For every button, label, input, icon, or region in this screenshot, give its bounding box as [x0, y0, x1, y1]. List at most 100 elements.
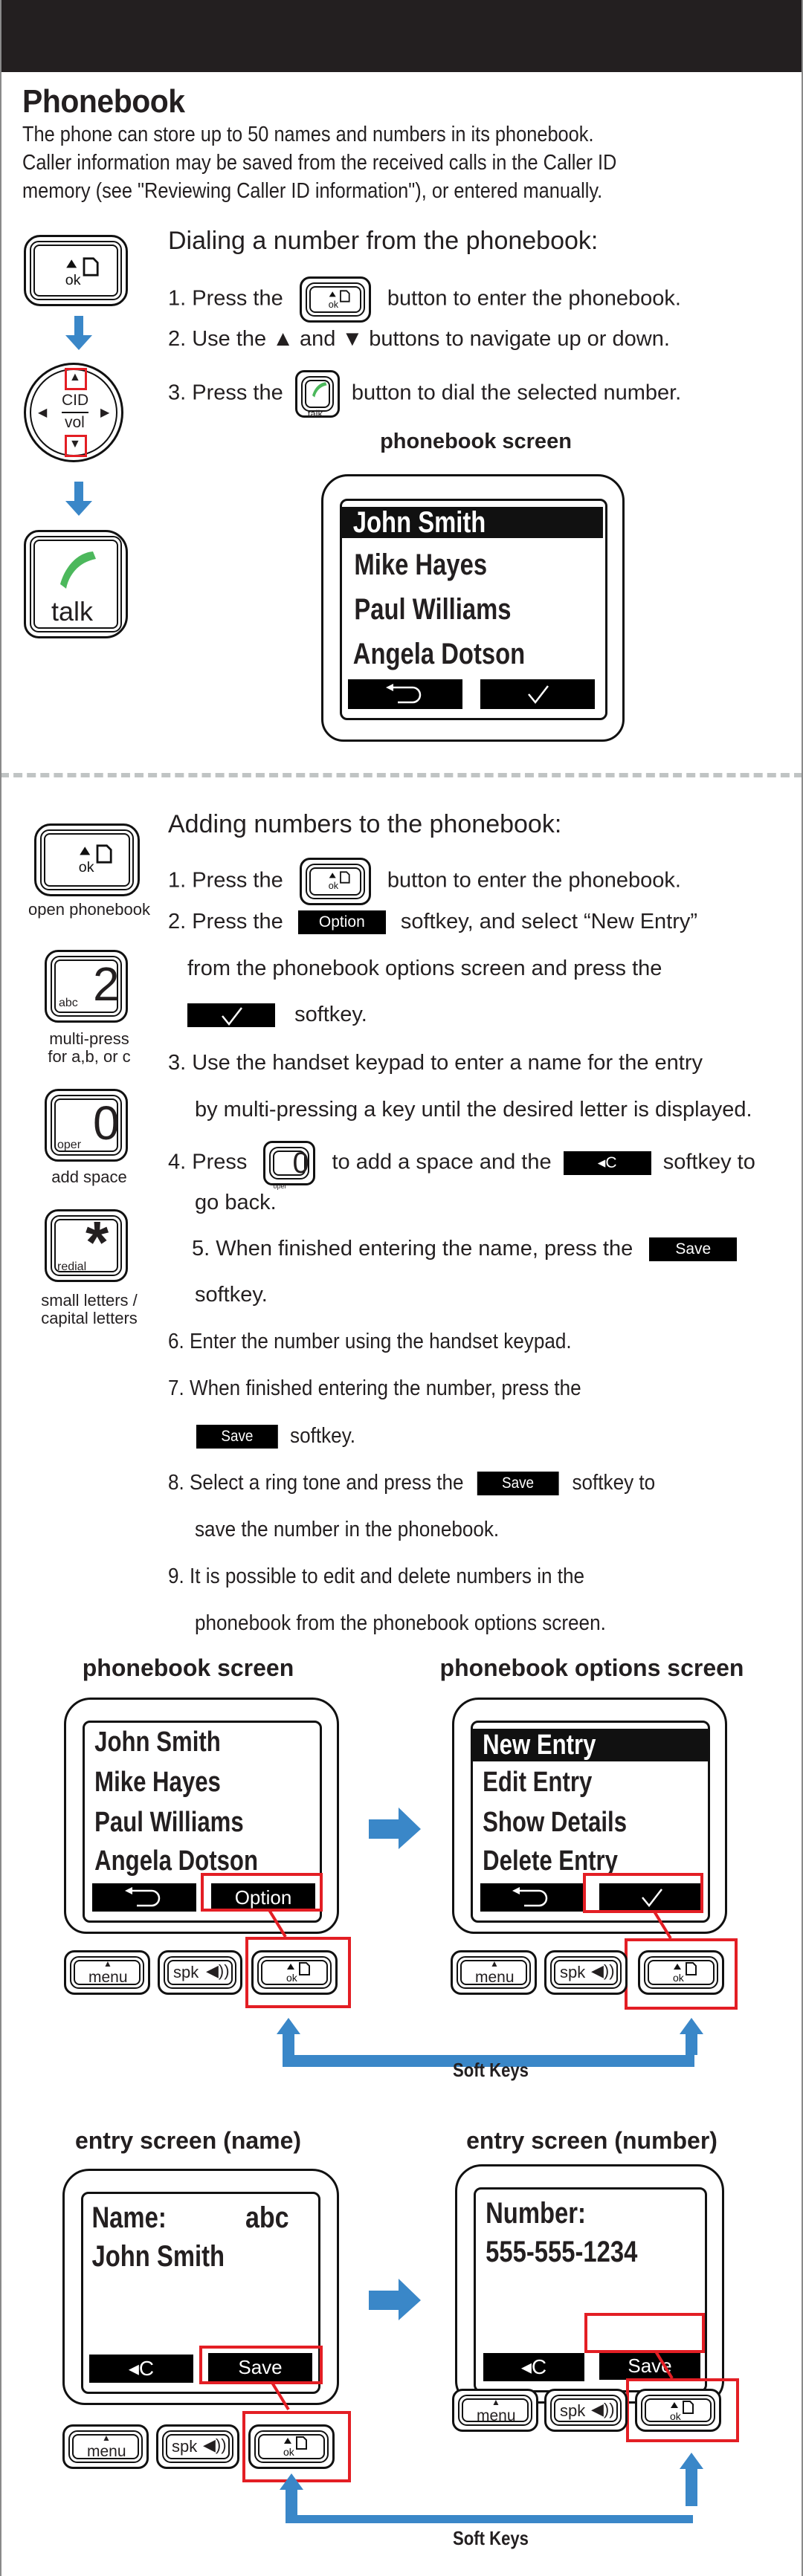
speaker-key[interactable]: spk ◀)) [544, 1950, 628, 1995]
contact-row[interactable]: Paul Williams [85, 1806, 277, 1839]
contact-row[interactable]: Angela Dotson [342, 638, 558, 670]
checkmark-icon [515, 683, 560, 705]
clear-softkey[interactable]: ◂C [483, 2353, 584, 2381]
step-text: 4. Press [168, 1150, 248, 1174]
talk-key-inline: talk [294, 370, 340, 419]
dialing-step-2: 2. Use the ▲ and ▼ buttons to navigate u… [168, 327, 670, 351]
adding-step-8: 8. Select a ring tone and press the Save… [168, 1468, 655, 1498]
adding-step-2-line3: softkey. [187, 1000, 367, 1029]
ok-key[interactable] [635, 2389, 721, 2432]
step-text: softkey, and select “New Entry” [400, 910, 698, 933]
name-value[interactable]: John Smith [83, 2240, 276, 2273]
adding-step-7: 7. When finished entering the number, pr… [168, 1376, 581, 1400]
talk-label: talk [51, 596, 94, 627]
adding-step-5-line2: softkey. [195, 1283, 268, 1307]
key-star[interactable]: redial * [45, 1209, 128, 1282]
option-row[interactable]: New Entry [473, 1729, 708, 1761]
down-arrow-icon [65, 316, 92, 350]
phone-handset-icon [60, 551, 96, 589]
menu-label: menu [88, 1969, 128, 1986]
select-softkey[interactable] [480, 679, 595, 709]
back-softkey[interactable] [92, 1883, 196, 1912]
up-arrow-right [680, 2018, 703, 2055]
speaker-key[interactable]: spk ◀)) [156, 2424, 239, 2469]
phonebook-screen-title: phonebook screen [82, 1654, 294, 1681]
key-star-caption: small letters / capital letters [41, 1291, 138, 1327]
ok-key-icon [285, 1961, 315, 1984]
soft-keys-label: Soft Keys [453, 2059, 529, 2081]
page-title: Phonebook [22, 83, 185, 120]
softkey-highlight [583, 1873, 703, 1913]
step-text: softkey. [290, 1424, 356, 1448]
contact-row[interactable]: Mike Hayes [342, 548, 558, 581]
dialing-step-3: 3. Press the talk button to dial the sel… [168, 370, 682, 419]
speaker-key[interactable]: spk ◀)) [158, 1950, 242, 1995]
ok-key[interactable] [638, 1950, 724, 1995]
back-softkey[interactable] [348, 679, 462, 709]
number-value[interactable]: 555-555-1234 [476, 2236, 664, 2268]
spk-label: spk [560, 2401, 586, 2420]
up-triangle-icon: ▲ [69, 371, 81, 384]
softkey-highlight [584, 2313, 705, 2353]
option-row[interactable]: Edit Entry [473, 1766, 665, 1799]
right-arrow-icon [369, 1808, 421, 1849]
ok-key-icon [282, 2436, 312, 2458]
adding-step-7-line2: Save softkey. [196, 1421, 355, 1451]
ok-key[interactable] [24, 235, 128, 306]
section-divider [0, 773, 803, 777]
key-0-digit: 0 [93, 1096, 120, 1150]
speaker-key[interactable]: spk ◀)) [544, 2389, 628, 2432]
contact-row[interactable]: Paul Williams [342, 593, 558, 626]
key-0-sub: oper [273, 1182, 287, 1190]
save-softkey[interactable]: Save [599, 2352, 700, 2380]
menu-key[interactable]: ▲ menu [62, 2424, 149, 2469]
step-text: 8. Select a ring tone and press the [168, 1471, 464, 1495]
soft-keys-label: Soft Keys [453, 2527, 529, 2549]
ok-key-caption: open phonebook [28, 900, 150, 919]
talk-key[interactable]: talk [24, 530, 128, 638]
connector-line [268, 1910, 287, 1938]
ok-key-icon [668, 2400, 698, 2422]
right-triangle-icon: ▶ [100, 407, 110, 419]
spk-label: spk [560, 1963, 586, 1981]
key-0-sub: oper [57, 1139, 82, 1151]
menu-key[interactable]: ▲ menu [64, 1950, 150, 1995]
up-arrow-right [680, 2453, 703, 2506]
left-triangle-icon: ◀ [38, 407, 48, 419]
adding-step-3: 3. Use the handset keypad to enter a nam… [168, 1051, 703, 1075]
contact-row[interactable]: John Smith [85, 1726, 277, 1758]
key-2[interactable]: abc 2 [45, 950, 128, 1023]
number-label: Number: [486, 2197, 586, 2230]
dialing-screen-title: phonebook screen [380, 430, 572, 453]
ok-key-icon [671, 1961, 701, 1984]
adding-step-2-line2: from the phonebook options screen and pr… [187, 957, 662, 980]
ok-key[interactable] [34, 823, 140, 896]
intro-text: The phone can store up to 50 names and n… [22, 123, 617, 203]
clear-softkey[interactable]: ◂C [89, 2355, 193, 2383]
back-arrow-icon [383, 683, 428, 705]
step-text: button to dial the selected number. [351, 381, 682, 405]
back-softkey[interactable] [480, 1883, 583, 1912]
save-softkey-badge: Save [477, 1472, 559, 1496]
nav-key[interactable]: ▲ CID ◀ ▶ vol ▼ [24, 363, 123, 462]
contact-row[interactable]: John Smith [342, 507, 604, 538]
step-text: button to enter the phonebook. [387, 868, 681, 893]
option-row[interactable]: Show Details [473, 1806, 665, 1839]
spk-label: spk [173, 1963, 199, 1981]
down-arrow-icon [65, 482, 92, 516]
contact-row[interactable]: Mike Hayes [85, 1766, 277, 1799]
menu-label: menu [87, 2443, 126, 2460]
adding-step-4: 4. Press oper 0 to add a space and the ◂… [168, 1141, 755, 1190]
step-text: 5. When finished entering the name, pres… [192, 1237, 633, 1261]
menu-key[interactable]: ▲ menu [451, 1950, 537, 1995]
adding-step-8-line2: save the number in the phonebook. [195, 1518, 500, 1541]
ok-key[interactable] [251, 1950, 338, 1995]
step-text: 3. Press the [168, 381, 283, 405]
key-0-inline: oper 0 [263, 1141, 316, 1190]
up-triangle-icon: ▲ [491, 2397, 500, 2407]
entry-name-title: entry screen (name) [74, 2127, 302, 2154]
save-softkey-badge: Save [196, 1425, 278, 1449]
key-0[interactable]: oper 0 [45, 1089, 128, 1162]
option-softkey-badge: Option [297, 910, 386, 935]
menu-key[interactable]: ▲ menu [452, 2389, 538, 2432]
